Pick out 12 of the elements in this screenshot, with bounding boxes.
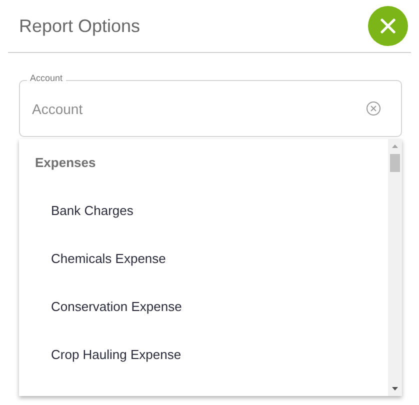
close-button[interactable] (368, 6, 408, 46)
scrollbar[interactable] (388, 139, 402, 396)
account-field[interactable]: Account (19, 80, 402, 137)
dropdown-option[interactable]: Bank Charges (51, 203, 134, 218)
dropdown-option[interactable]: Conservation Expense (51, 299, 182, 314)
close-icon (380, 18, 396, 34)
scroll-thumb[interactable] (390, 154, 400, 172)
dialog-title: Report Options (19, 14, 140, 38)
dropdown-option[interactable]: Crop Hauling Expense (51, 347, 182, 362)
dropdown-option[interactable]: Chemicals Expense (51, 251, 166, 266)
clear-icon[interactable] (366, 101, 381, 116)
group-header: Expenses (35, 155, 96, 170)
